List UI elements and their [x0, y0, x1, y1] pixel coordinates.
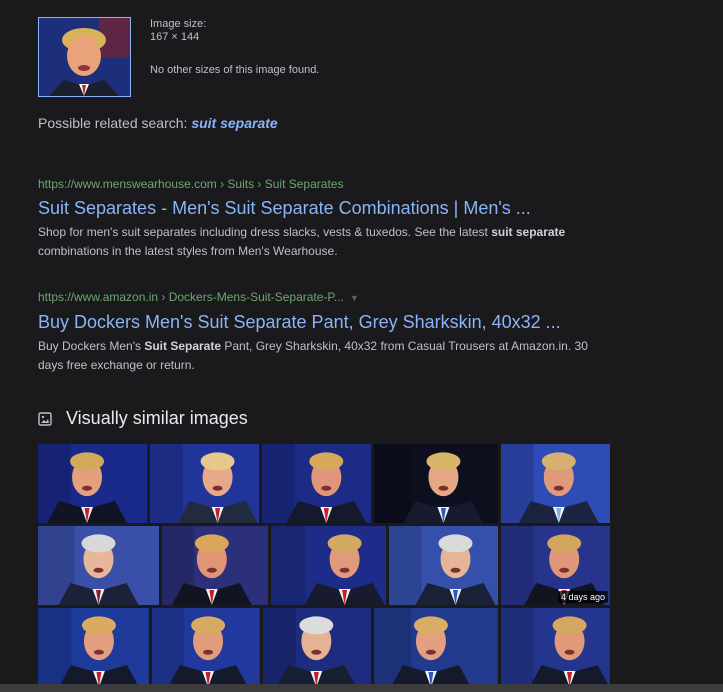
image-row	[38, 608, 611, 687]
similar-image[interactable]	[262, 608, 372, 687]
result-title-link[interactable]: Suit Separates - Men's Suit Separate Com…	[38, 197, 598, 219]
similar-image[interactable]	[38, 444, 147, 523]
similar-image[interactable]: 4 days ago	[501, 526, 610, 605]
similar-image[interactable]	[262, 444, 371, 523]
query-image-thumbnail[interactable]	[38, 17, 131, 97]
result-url[interactable]: https://www.amazon.in › Dockers-Mens-Sui…	[38, 290, 598, 305]
similar-image[interactable]	[374, 608, 499, 687]
visually-similar-header: Visually similar images	[38, 408, 248, 429]
search-result: https://www.menswearhouse.com › Suits › …	[38, 177, 598, 261]
similar-image[interactable]	[501, 608, 611, 687]
related-search-prefix: Possible related search:	[38, 115, 192, 131]
similar-image[interactable]	[38, 526, 159, 605]
result-snippet: Buy Dockers Men's Suit Separate Pant, Gr…	[38, 339, 588, 372]
result-snippet: Shop for men's suit separates including …	[38, 225, 566, 258]
visually-similar-heading: Visually similar images	[66, 408, 248, 428]
image-row: 4 days ago	[38, 526, 610, 605]
image-row	[38, 444, 610, 523]
result-title-link[interactable]: Buy Dockers Men's Suit Separate Pant, Gr…	[38, 311, 598, 333]
age-badge: 4 days ago	[557, 591, 608, 603]
search-result: https://www.amazon.in › Dockers-Mens-Sui…	[38, 290, 598, 375]
image-size-label: Image size:	[150, 18, 207, 30]
image-info: Image size: 167 × 144 No other sizes of …	[150, 18, 319, 77]
similar-image[interactable]	[151, 608, 260, 687]
image-icon	[38, 411, 52, 426]
chevron-down-icon[interactable]: ▼	[350, 293, 359, 303]
similar-image[interactable]	[389, 526, 498, 605]
bottom-scrollbar[interactable]	[0, 684, 723, 692]
related-search-link[interactable]: suit separate	[191, 115, 277, 131]
no-other-sizes-text: No other sizes of this image found.	[150, 64, 320, 76]
related-search: Possible related search: suit separate	[38, 115, 278, 131]
result-url[interactable]: https://www.menswearhouse.com › Suits › …	[38, 177, 598, 191]
image-size-value: 167 × 144	[150, 31, 200, 43]
similar-image[interactable]	[271, 526, 386, 605]
similar-image[interactable]	[374, 444, 498, 523]
similar-image[interactable]	[38, 608, 149, 687]
similar-image[interactable]	[150, 444, 259, 523]
similar-images-grid: 4 days ago	[38, 444, 611, 690]
similar-image[interactable]	[162, 526, 268, 605]
similar-image[interactable]	[501, 444, 610, 523]
